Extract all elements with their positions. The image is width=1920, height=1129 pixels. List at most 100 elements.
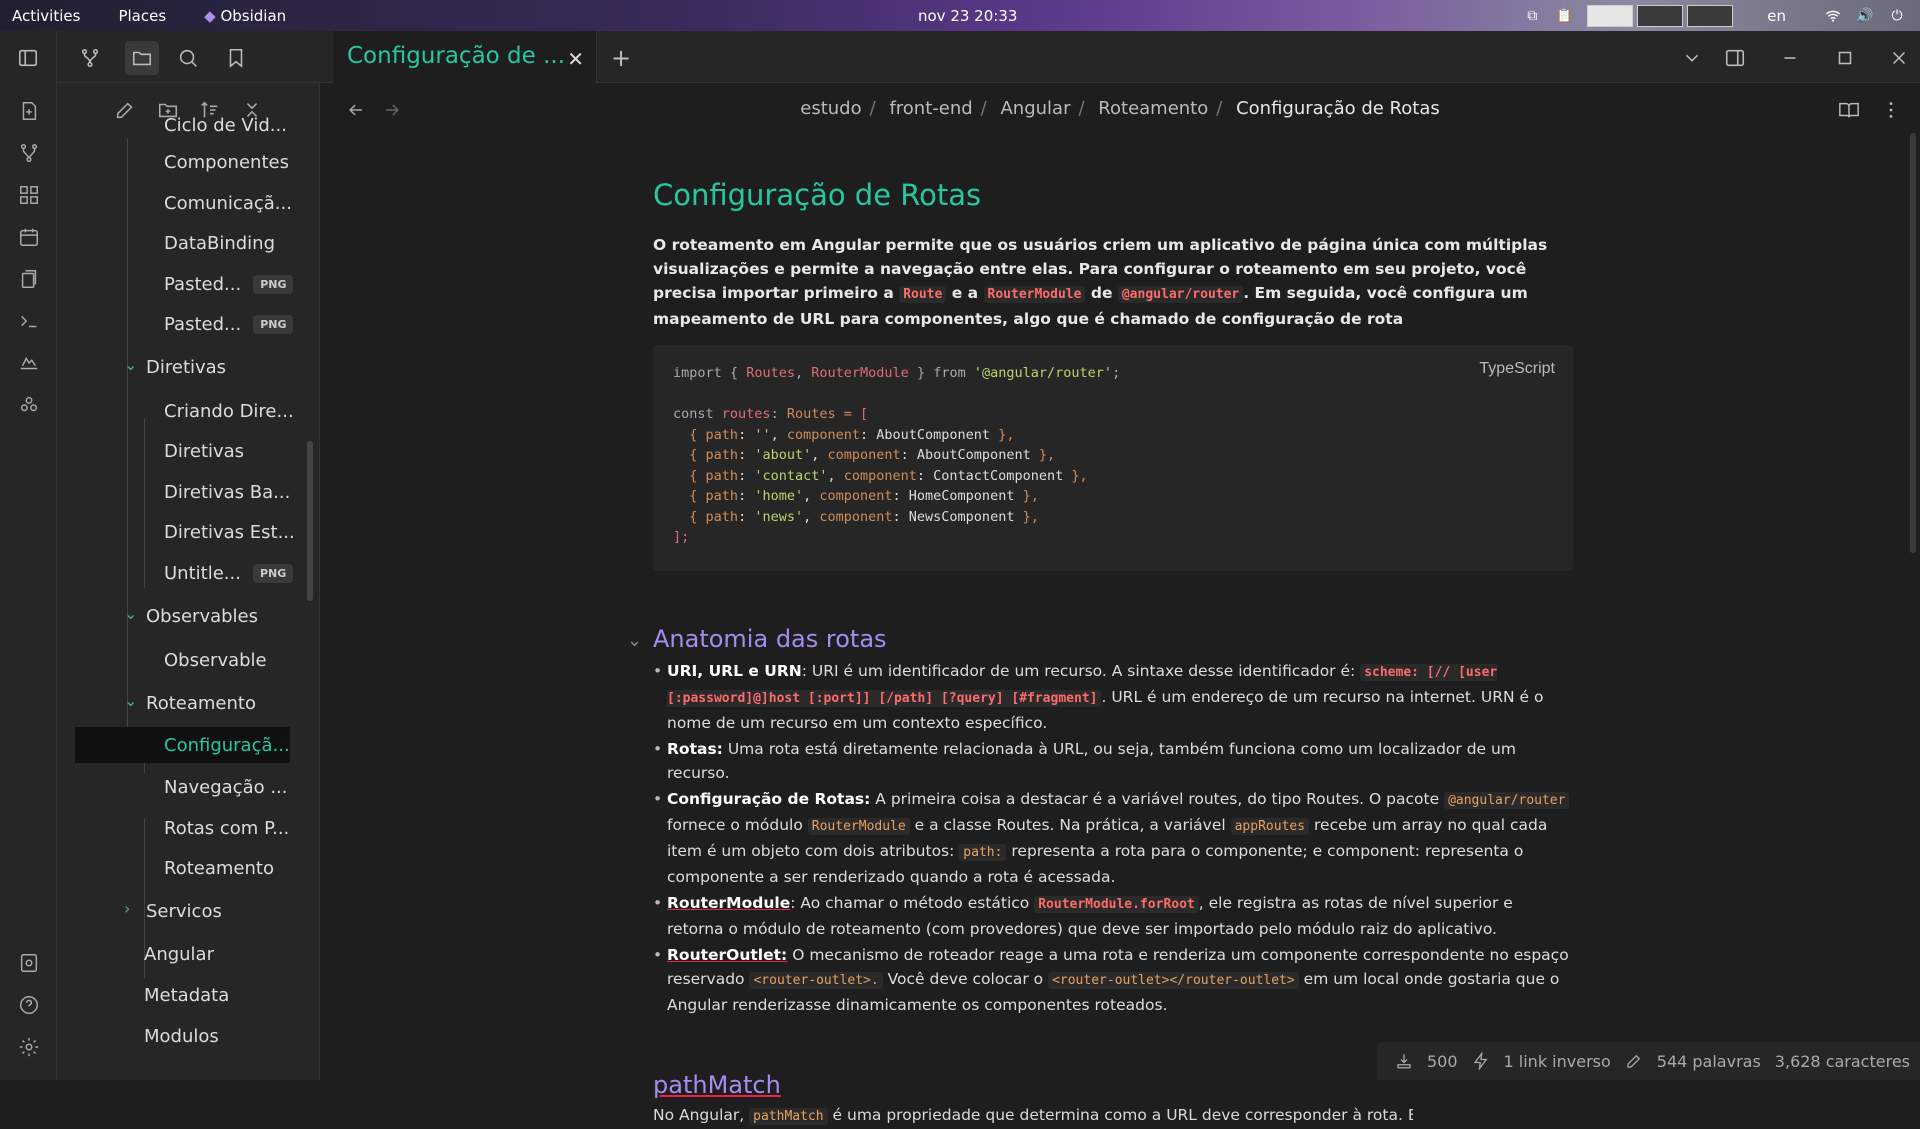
editor-pane: estudo / front-end / Angular / Roteamento / …	[320, 83, 1920, 1125]
daily-note-icon[interactable]	[17, 225, 41, 249]
screenshot-icon[interactable]: ⧉	[1523, 8, 1541, 24]
tree-file[interactable]: Rotas com P...	[164, 810, 289, 846]
left-ribbon	[0, 31, 57, 1080]
code-language-label: TypeScript	[1479, 360, 1555, 377]
tree-file[interactable]: Untitle... PNG	[164, 555, 294, 591]
tree-file[interactable]: Criando Dire...	[164, 393, 294, 429]
activities-button[interactable]: Activities	[0, 7, 92, 25]
note-title[interactable]: Configuração de Rotas	[653, 181, 1573, 210]
minimize-icon[interactable]	[1777, 45, 1803, 71]
maximize-icon[interactable]	[1832, 45, 1858, 71]
app-menu[interactable]: ◆ Obsidian	[192, 7, 298, 25]
volume-icon[interactable]: 🔊	[1856, 8, 1874, 24]
vault-switcher-icon[interactable]	[17, 951, 41, 975]
canvas-icon[interactable]	[17, 183, 41, 207]
toggle-sidebar-icon[interactable]	[15, 45, 41, 71]
tree-folder[interactable]: ⌄ Observables	[124, 598, 258, 634]
open-quick-switcher-icon[interactable]	[17, 99, 41, 123]
keyboard-layout[interactable]: en	[1767, 7, 1786, 25]
tree-file[interactable]: Observable	[164, 642, 267, 678]
reading-view-icon[interactable]	[1838, 93, 1860, 127]
obsidian-icon: ◆	[204, 6, 216, 25]
tree-file[interactable]: Metadata	[144, 977, 229, 1013]
new-note-icon[interactable]	[112, 97, 138, 123]
file-ext-badge: PNG	[253, 274, 294, 294]
workspace-1[interactable]	[1587, 4, 1634, 27]
status-count: 500	[1426, 1051, 1458, 1071]
breadcrumb-item[interactable]: front-end	[889, 98, 972, 119]
breadcrumb-item[interactable]: Angular	[1000, 98, 1070, 119]
list-item[interactable]: Configuração de Rotas: A primeira coisa …	[653, 787, 1573, 889]
git-branch-icon[interactable]	[77, 45, 103, 71]
clock[interactable]: nov 23 20:33	[918, 7, 1017, 25]
tree-file[interactable]: Componentes	[164, 144, 289, 180]
tree-file[interactable]: Diretivas	[164, 433, 244, 469]
inline-code: @angular/router	[1444, 792, 1570, 809]
code-block[interactable]: TypeScript import { Routes, RouterModule…	[653, 345, 1573, 571]
workspace-2[interactable]	[1637, 4, 1684, 27]
list-item[interactable]: Rotas: Uma rota está diretamente relacio…	[653, 737, 1573, 785]
power-icon[interactable]: ⏻	[1888, 8, 1906, 24]
tree-file[interactable]: Modulos	[144, 1018, 219, 1054]
sync-icon[interactable]	[1395, 1052, 1413, 1070]
list-item[interactable]: URI, URL e URN: URI é um identificador d…	[653, 659, 1573, 735]
command-palette-icon[interactable]	[17, 309, 41, 333]
tree-file[interactable]: Diretivas Est...	[164, 514, 295, 550]
tree-file[interactable]: Pasted... PNG	[164, 306, 294, 342]
tree-folder[interactable]: ⌄ Roteamento	[124, 685, 256, 721]
tab-configuracao-de-rotas[interactable]: Configuração de ... ✕	[333, 31, 597, 83]
tab-list-chevron-icon[interactable]	[1679, 45, 1705, 71]
plugin-icon[interactable]	[17, 393, 41, 417]
tree-file[interactable]: Angular	[144, 936, 214, 972]
breadcrumb-item[interactable]: Roteamento	[1098, 98, 1208, 119]
tab-label: Configuração de ...	[347, 43, 566, 69]
graph-view-icon[interactable]	[17, 141, 41, 165]
pencil-icon[interactable]	[1625, 1052, 1643, 1070]
tree-file-active[interactable]: Configuraçã...	[75, 727, 290, 763]
chevron-down-icon[interactable]: ⌄	[124, 604, 137, 623]
list-item[interactable]: RouterModule: Ao chamar o método estátic…	[653, 891, 1573, 941]
bookmarks-icon[interactable]	[223, 45, 249, 71]
paragraph[interactable]: No Angular, pathMatch é uma propriedade …	[653, 1103, 1413, 1129]
tree-file[interactable]: Ciclo de Vid...	[164, 107, 287, 143]
tree-file[interactable]: Navegação ...	[164, 769, 288, 805]
settings-gear-icon[interactable]	[17, 1035, 41, 1059]
toggle-right-sidebar-icon[interactable]	[1722, 45, 1748, 71]
wifi-icon[interactable]	[1824, 8, 1842, 24]
chevron-down-icon[interactable]: ⌄	[124, 691, 137, 710]
tree-file[interactable]: DataBinding	[164, 225, 275, 261]
intro-paragraph[interactable]: O roteamento em Angular permite que os u…	[653, 233, 1573, 331]
status-backlinks[interactable]: 1 link inverso	[1504, 1052, 1611, 1071]
clipboard-icon[interactable]: 📋	[1555, 8, 1573, 24]
breadcrumb-item[interactable]: estudo	[800, 98, 861, 119]
tree-file[interactable]: Pasted... PNG	[164, 266, 294, 302]
close-window-icon[interactable]	[1886, 45, 1912, 71]
new-tab-icon[interactable]: +	[608, 44, 634, 72]
sign-icon[interactable]	[17, 351, 41, 375]
tree-folder[interactable]: › Servicos	[124, 893, 222, 929]
workspace-3[interactable]	[1687, 4, 1734, 27]
more-options-icon[interactable]	[1880, 93, 1902, 127]
tree-folder[interactable]: ⌄ Diretivas	[124, 349, 226, 385]
status-chars: 3,628 caracteres	[1774, 1051, 1910, 1071]
tree-file[interactable]: Roteamento	[164, 850, 274, 886]
chevron-right-icon[interactable]: ›	[124, 899, 130, 918]
help-icon[interactable]	[17, 993, 41, 1017]
breadcrumb-current[interactable]: Configuração de Rotas	[1236, 98, 1440, 119]
search-icon[interactable]	[175, 45, 201, 71]
list-item[interactable]: RouterOutlet: O mecanismo de roteador re…	[653, 943, 1573, 1017]
file-explorer-icon[interactable]	[125, 41, 159, 75]
editor-scrollbar[interactable]	[1910, 133, 1916, 553]
heading-anatomia[interactable]: ⌄ Anatomia das rotas	[627, 627, 1573, 651]
places-menu[interactable]: Places	[106, 7, 178, 25]
tree-file[interactable]: Diretivas Ba...	[164, 474, 290, 510]
tab-close-icon[interactable]: ✕	[567, 47, 584, 71]
backlink-icon[interactable]	[1472, 1052, 1490, 1070]
templates-icon[interactable]	[17, 267, 41, 291]
sidebar-scrollbar[interactable]	[307, 441, 313, 601]
tree-file[interactable]: Comunicaçã...	[164, 185, 292, 221]
fold-chevron-icon[interactable]: ⌄	[627, 629, 642, 653]
note-content[interactable]: Configuração de Rotas O roteamento em An…	[627, 181, 1573, 1129]
chevron-down-icon[interactable]: ⌄	[124, 355, 137, 374]
inline-code: appRoutes	[1230, 818, 1310, 835]
